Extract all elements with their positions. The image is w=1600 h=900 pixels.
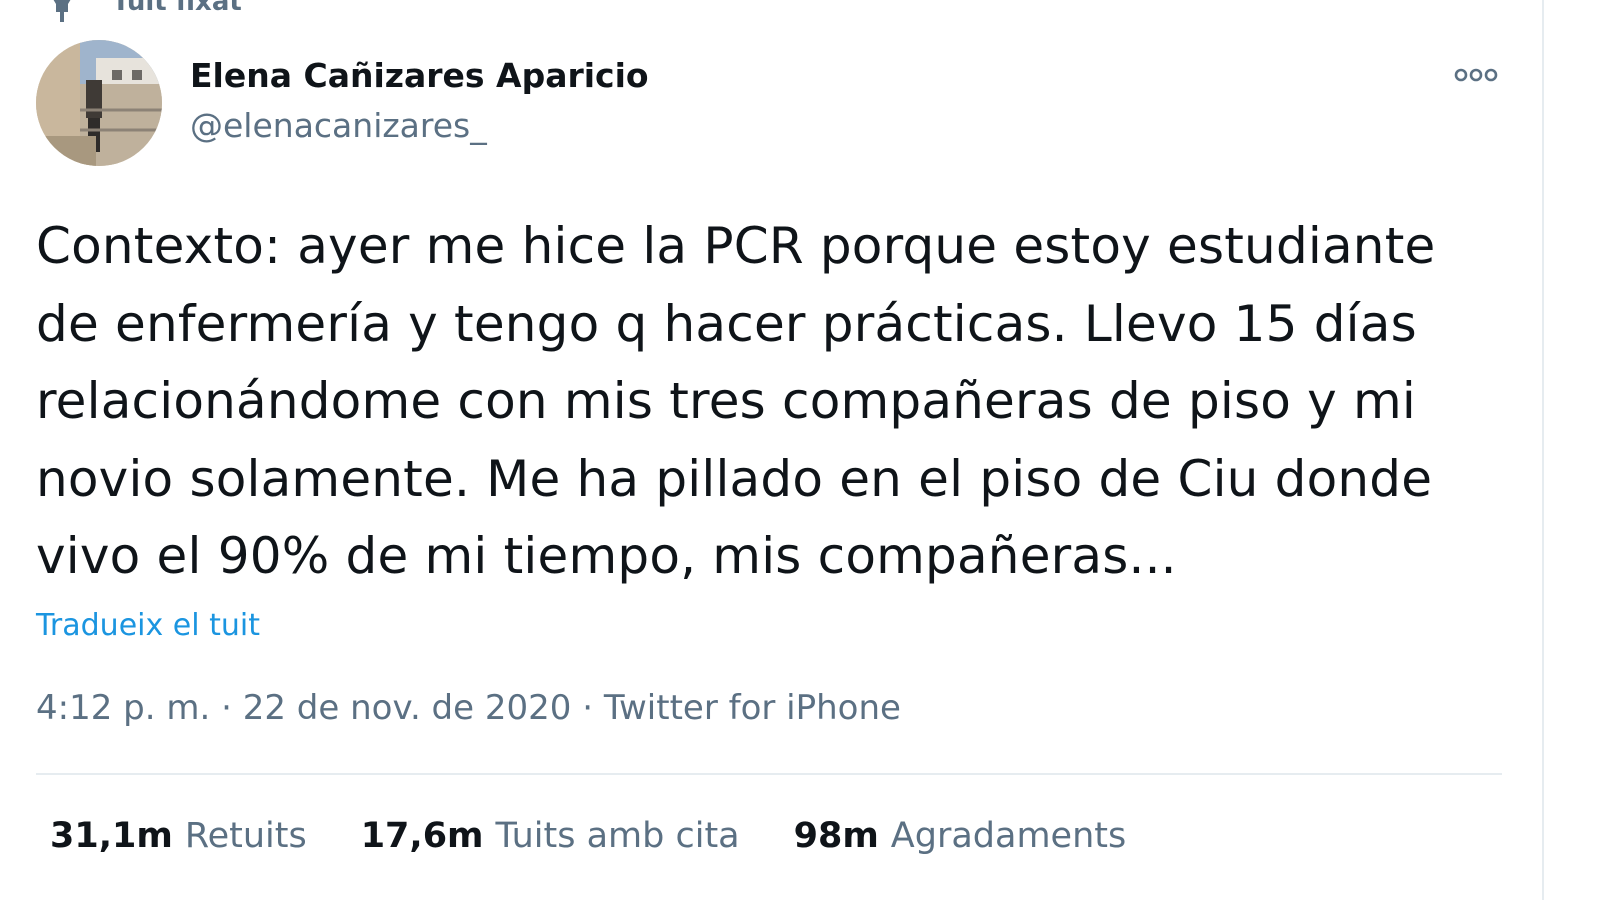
likes-label: Agradaments (890, 816, 1127, 856)
author-handle[interactable]: @elenacanizares_ (190, 106, 487, 145)
tweet-time[interactable]: 4:12 p. m. (36, 688, 210, 728)
more-dots-icon (1454, 67, 1498, 86)
pinned-label: Tuit fixat (112, 0, 242, 17)
meta-separator: · (210, 688, 243, 728)
more-options-button[interactable] (1448, 56, 1504, 96)
meta-separator: · (571, 688, 604, 728)
pinned-indicator: Tuit fixat (38, 0, 242, 22)
pin-icon (38, 0, 86, 22)
tweet-metadata: 4:12 p. m. · 22 de nov. de 2020 · Twitte… (36, 688, 901, 728)
tweet-source[interactable]: Twitter for iPhone (604, 688, 901, 728)
retweets-label: Retuits (184, 816, 307, 856)
avatar[interactable] (36, 40, 162, 166)
column-border (1542, 0, 1544, 900)
tweet-detail: Tuit fixat Elena Cañizares Aparicio @ele… (0, 0, 1600, 900)
author-name[interactable]: Elena Cañizares Aparicio (190, 56, 649, 95)
likes-stat[interactable]: 98m Agradaments (794, 816, 1127, 856)
likes-count: 98m (793, 816, 879, 856)
retweets-stat[interactable]: 31,1m Retuits (50, 816, 307, 856)
stats-divider (36, 773, 1502, 775)
tweet-text: Contexto: ayer me hice la PCR porque est… (36, 217, 1436, 585)
quote-tweets-count: 17,6m (360, 816, 484, 856)
tweet-stats: 31,1m Retuits 17,6m Tuits amb cita 98m A… (50, 816, 1180, 856)
retweets-count: 31,1m (50, 816, 173, 856)
quote-tweets-label: Tuits amb cita (495, 816, 740, 856)
translate-tweet-link[interactable]: Tradueix el tuit (36, 608, 260, 643)
quote-tweets-stat[interactable]: 17,6m Tuits amb cita (361, 816, 740, 856)
tweet-date[interactable]: 22 de nov. de 2020 (243, 688, 572, 728)
